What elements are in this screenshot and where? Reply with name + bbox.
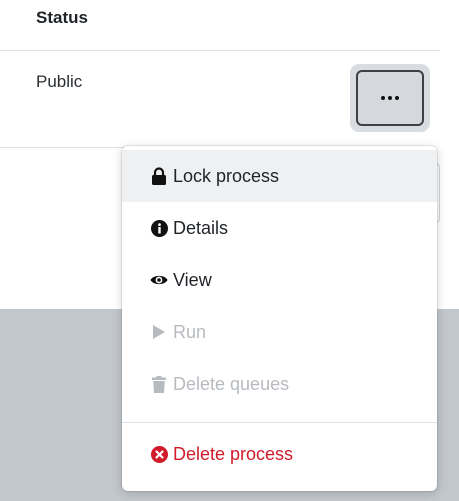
menu-item-lock-process[interactable]: Lock process [122,150,437,202]
menu-item-label: Lock process [173,165,280,186]
menu-item-delete-process[interactable]: Delete process [122,428,437,480]
menu-item-label: Delete queues [173,373,290,394]
row-divider [0,147,130,148]
lock-icon [150,167,168,185]
menu-item-label: Details [173,217,229,238]
actions-button[interactable] [350,64,430,132]
times-circle-icon [150,445,168,463]
actions-dropdown-menu: Lock process Details View Run Delete que… [122,146,437,491]
header-divider [0,50,440,51]
menu-divider [122,422,437,423]
actions-button-face[interactable] [356,70,424,126]
play-icon [150,323,168,341]
status-column-header: Status [36,8,88,27]
status-cell: Public [36,72,83,91]
menu-item-delete-queues: Delete queues [122,358,437,410]
menu-item-details[interactable]: Details [122,202,437,254]
menu-item-label: Delete process [173,443,294,464]
ellipsis-icon [381,96,399,100]
info-circle-icon [150,219,168,237]
trash-icon [150,375,168,393]
menu-item-run: Run [122,306,437,358]
eye-icon [150,271,168,289]
menu-item-label: Run [173,321,207,342]
menu-item-view[interactable]: View [122,254,437,306]
menu-item-label: View [173,269,212,290]
